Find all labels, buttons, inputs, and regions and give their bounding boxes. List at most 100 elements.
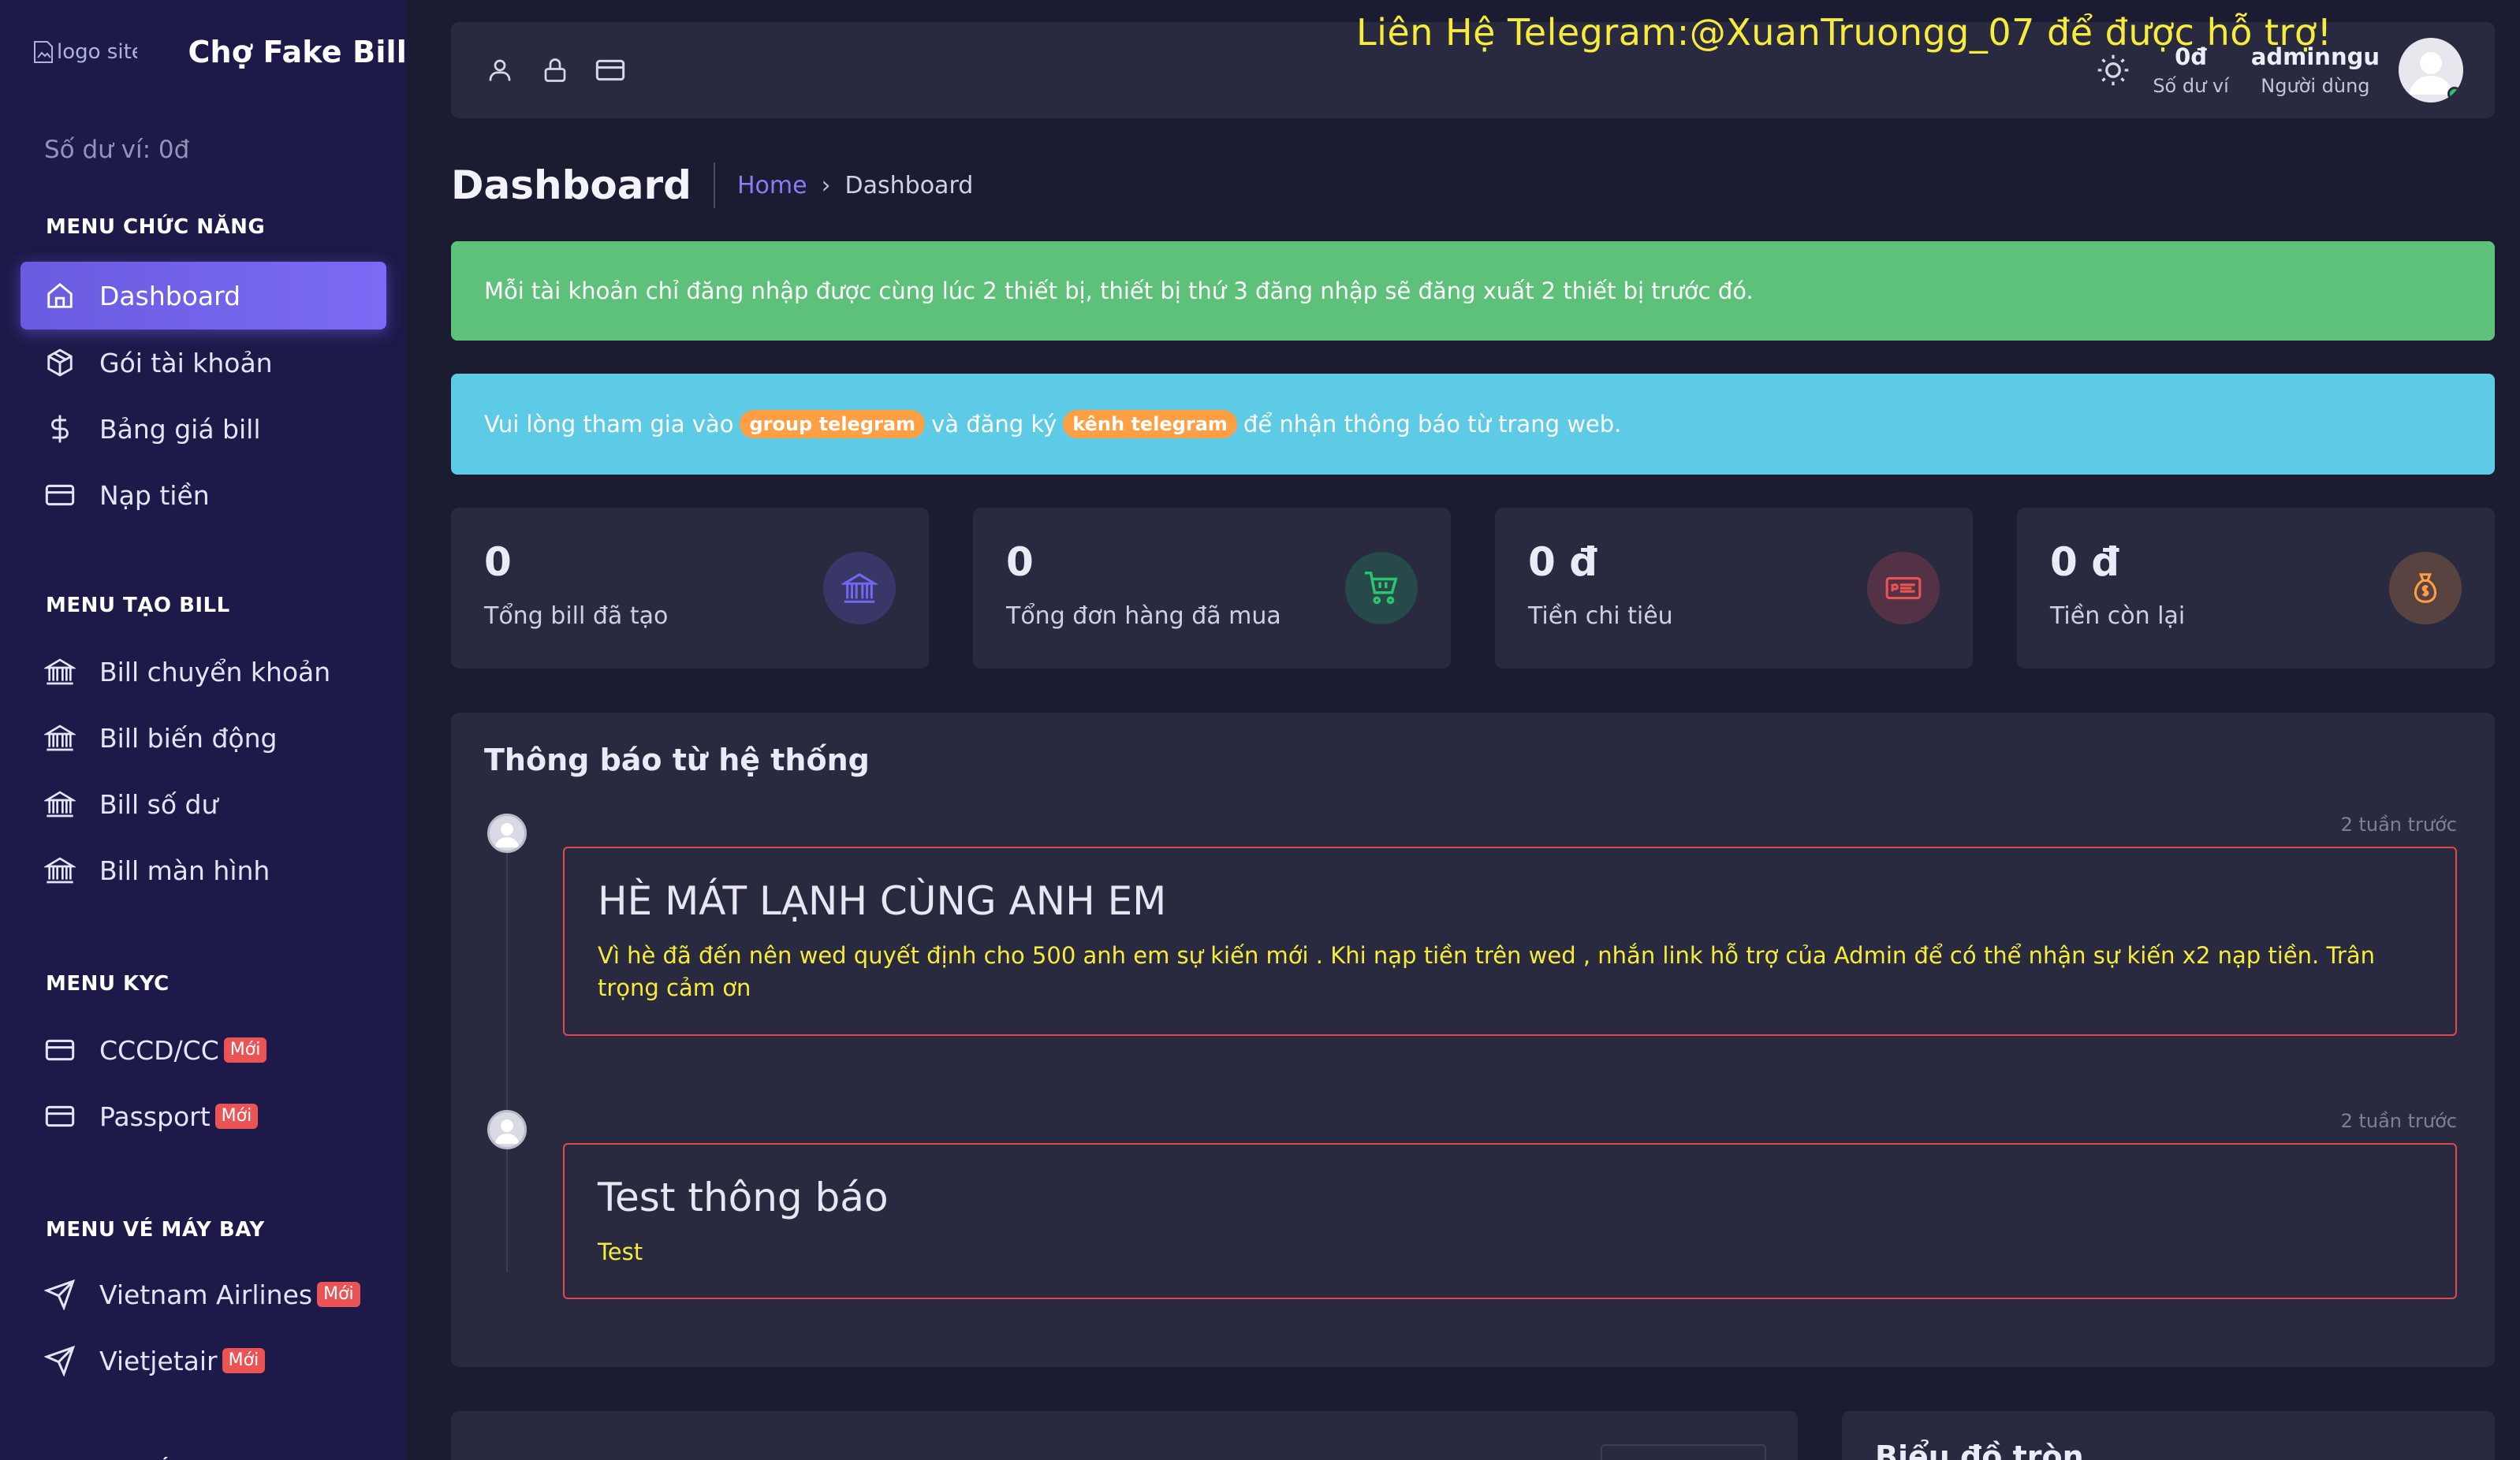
sidebar-item-label: Vietjetair [99, 1345, 218, 1376]
sidebar-item-label: Bill chuyển khoản [99, 656, 331, 687]
username: adminngu [2250, 43, 2380, 70]
page-title: Dashboard [451, 162, 692, 208]
navbar-balance: 0đ Số dư ví [2153, 43, 2229, 97]
telegram-alert-prefix: Vui lòng tham gia vào [484, 411, 734, 438]
money-bag-icon [2389, 552, 2462, 624]
sidebar-item-label: Nạp tiền [99, 479, 210, 511]
navbar-right: 0đ Số dư ví adminngu Người dùng [2094, 22, 2463, 118]
online-status-dot [2447, 87, 2462, 101]
sidebar-item-bill-so-du[interactable]: Bill số dư [0, 771, 407, 837]
telegram-alert-mid: và đăng ký [931, 411, 1057, 438]
home-icon [44, 280, 76, 311]
telegram-alert-suffix: để nhận thông báo từ trang web. [1243, 411, 1622, 438]
sidebar-item-label: Bill số dư [99, 788, 218, 820]
brand[interactable]: logo site Chợ Fake Bill [0, 24, 407, 80]
sidebar-item-dashboard[interactable]: Dashboard [21, 262, 386, 330]
sidebar-item-label: Vietnam Airlines [99, 1279, 313, 1310]
page-header: Dashboard Home › Dashboard [451, 158, 973, 213]
sidebar-item-label: Bill màn hình [99, 855, 270, 886]
theme-toggle-sun-icon[interactable] [2094, 51, 2132, 89]
stat-card-total-bills: 0 Tổng bill đã tạo [451, 508, 929, 669]
notification-item: Test thông báo Test [563, 1143, 2457, 1299]
sidebar-item-vietjetair[interactable]: Vietjetair Mới [0, 1328, 407, 1394]
stat-card-total-orders: 0 Tổng đơn hàng đã mua [973, 508, 1451, 669]
sidebar-menu: MENU CHỨC NĂNG Dashboard Gói tài khoản B… [0, 211, 407, 1460]
menu-heading-tao-bill: MENU TẠO BILL [46, 594, 230, 617]
sidebar-item-bill-man-hinh[interactable]: Bill màn hình [0, 837, 407, 903]
navbar-shortcuts [484, 22, 626, 118]
sidebar-item-vietnam-airlines[interactable]: Vietnam Airlines Mới [0, 1261, 407, 1328]
sidebar-item-label: Bảng giá bill [99, 413, 261, 445]
avatar[interactable] [2399, 38, 2463, 102]
sidebar-item-nap-tien[interactable]: Nạp tiền [0, 462, 407, 528]
new-badge: Mới [223, 1037, 267, 1063]
new-badge: Mới [214, 1104, 259, 1129]
bank-icon [44, 722, 76, 754]
sidebar-item-label: Passport [99, 1101, 211, 1132]
breadcrumb: Home › Dashboard [737, 172, 973, 199]
sidebar-item-passport[interactable]: Passport Mới [0, 1083, 407, 1149]
brand-name: Chợ Fake Bill [188, 35, 407, 69]
avatar [487, 1110, 527, 1149]
timeline-line [506, 831, 508, 1272]
sidebar-item-label: CCCD/CC [99, 1034, 219, 1066]
notification-heading: Test thông báo [598, 1175, 889, 1220]
navbar-balance-value: 0đ [2175, 43, 2208, 70]
notification-time: 2 tuần trước [2340, 814, 2457, 836]
channel-telegram-link[interactable]: kênh telegram [1063, 410, 1237, 438]
bank-icon [44, 656, 76, 687]
new-badge: Mới [222, 1348, 266, 1373]
credit-card-icon [44, 479, 76, 511]
sidebar-item-goi-tai-khoan[interactable]: Gói tài khoản [0, 330, 407, 396]
breadcrumb-home-link[interactable]: Home [737, 172, 807, 199]
dollar-icon [44, 413, 76, 445]
notification-body: Test [598, 1238, 643, 1265]
navbar-user[interactable]: adminngu Người dùng [2251, 43, 2380, 97]
top-navbar: Liên Hệ Telegram:@XuanTruongg_07 để được… [451, 11, 2495, 118]
lock-icon[interactable] [539, 54, 571, 86]
sidebar-item-bill-bien-dong[interactable]: Bill biến động [0, 705, 407, 771]
notification-heading: HÈ MÁT LẠNH CÙNG ANH EM [598, 878, 1167, 924]
cart-icon [1345, 552, 1418, 624]
new-badge: Mới [317, 1282, 360, 1307]
user-icon[interactable] [484, 54, 516, 86]
sidebar-balance: Số dư ví: 0đ [44, 136, 190, 164]
menu-heading-ve-may-bay: MENU VÉ MÁY BAY [46, 1218, 265, 1242]
bank-icon [44, 788, 76, 820]
send-icon [44, 1279, 76, 1310]
menu-heading-khac: MENU KHÁC [0, 1454, 407, 1460]
sidebar-item-bill-chuyen-khoan[interactable]: Bill chuyển khoản [0, 639, 407, 705]
site-logo: logo site [33, 35, 137, 69]
broken-image-icon [34, 41, 53, 63]
sidebar-item-label: Gói tài khoản [99, 347, 273, 378]
user-role: Người dùng [2261, 75, 2370, 97]
chevron-right-icon: › [821, 171, 831, 199]
send-icon [44, 1345, 76, 1376]
group-telegram-link[interactable]: group telegram [740, 410, 926, 438]
bank-icon [44, 855, 76, 886]
header-divider [713, 162, 715, 208]
telegram-alert: Vui lòng tham gia vào group telegram và … [451, 374, 2495, 475]
stat-card-spent: 0 đ Tiền chi tiêu [1495, 508, 1973, 669]
card-filter-select[interactable] [1601, 1444, 1766, 1460]
sidebar-item-label: Bill biến động [99, 722, 278, 754]
money-bill-icon [1867, 552, 1940, 624]
system-notifications: Thông báo từ hệ thống 2 tuần trước HÈ MÁ… [451, 713, 2495, 1367]
stat-card-remaining: 0 đ Tiền còn lại [2017, 508, 2495, 669]
pie-chart-card: Biểu đồ tròn [1842, 1411, 2495, 1460]
package-icon [44, 347, 76, 378]
navbar-balance-label: Số dư ví [2153, 75, 2229, 97]
sidebar-item-cccd[interactable]: CCCD/CC Mới [0, 1017, 407, 1083]
menu-heading-kyc: MENU KYC [46, 972, 170, 996]
notification-body: Vì hè đã đến nên wed quyết định cho 500 … [598, 942, 2375, 1001]
sidebar-item-bang-gia-bill[interactable]: Bảng giá bill [0, 396, 407, 462]
logo-alt-text: logo site [57, 40, 138, 64]
bank-icon [823, 552, 896, 624]
credit-card-icon [44, 1034, 76, 1066]
sidebar-item-label: Dashboard [99, 280, 241, 311]
device-limit-alert: Mỗi tài khoản chỉ đăng nhập được cùng lú… [451, 241, 2495, 341]
credit-card-icon[interactable] [595, 54, 626, 86]
notification-item: HÈ MÁT LẠNH CÙNG ANH EM Vì hè đã đến nên… [563, 847, 2457, 1036]
breadcrumb-current: Dashboard [844, 171, 974, 199]
notifications-title: Thông báo từ hệ thống [484, 743, 870, 777]
